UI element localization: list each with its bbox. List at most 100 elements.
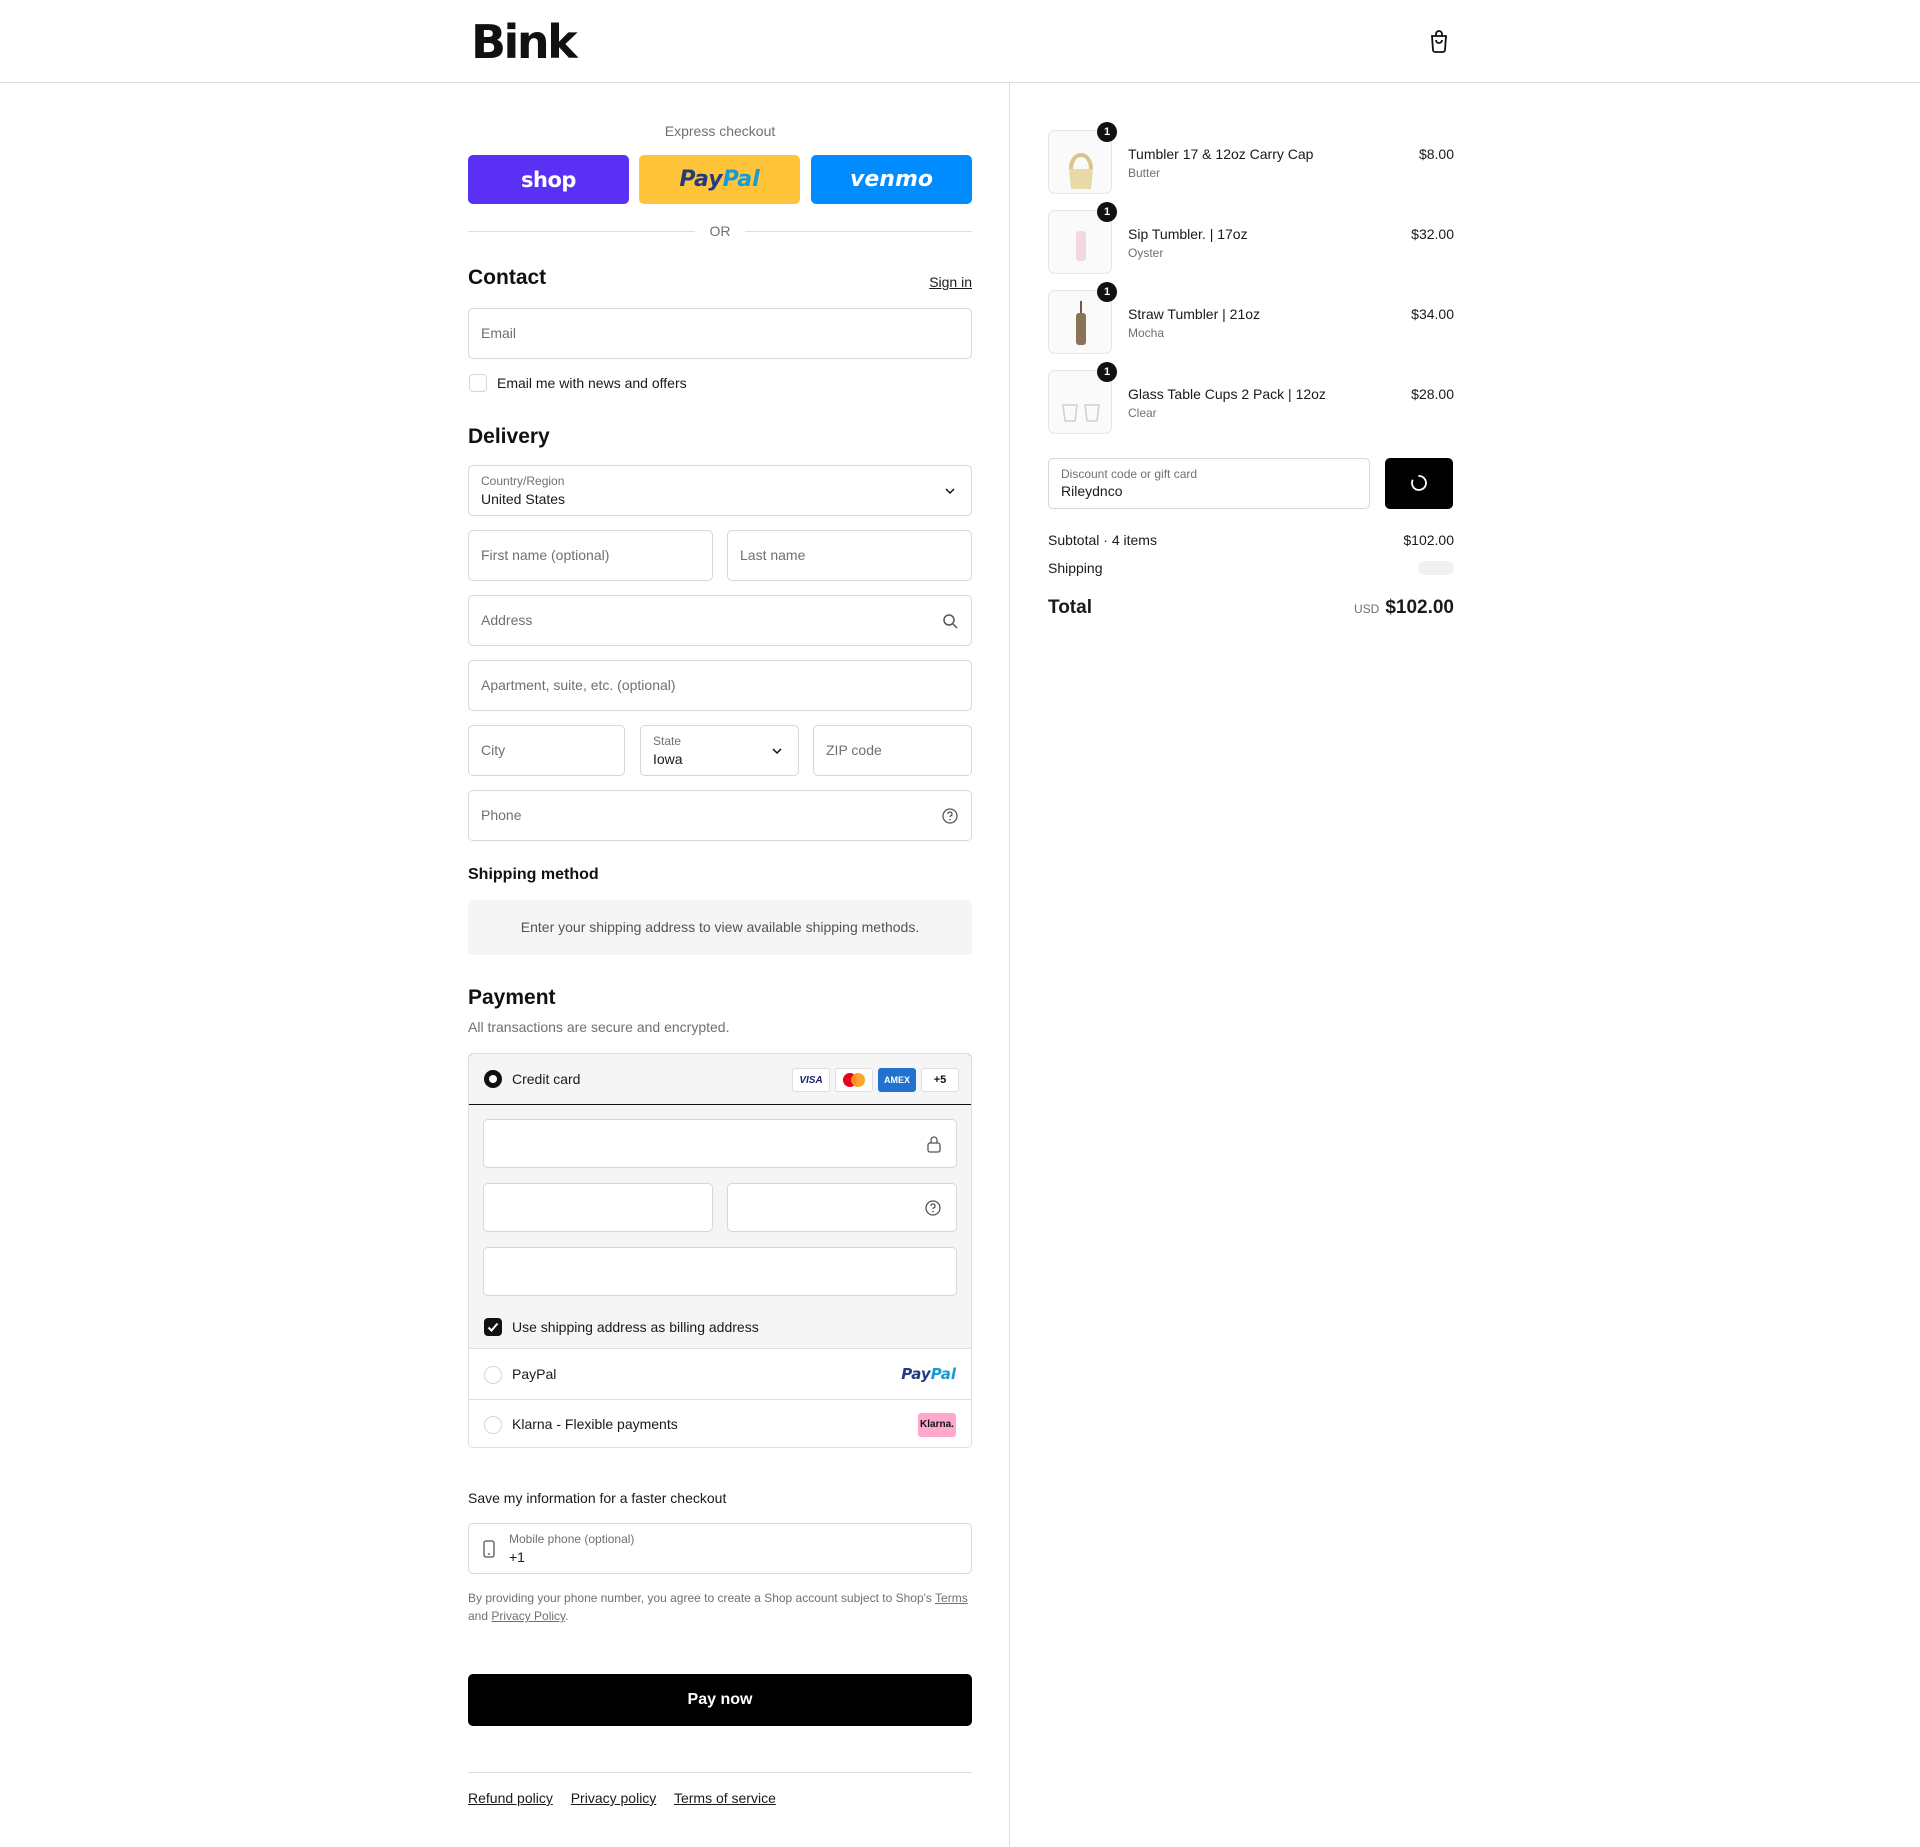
shipping-label: Shipping <box>1048 560 1103 576</box>
or-divider: OR <box>468 222 972 240</box>
express-checkout-title: Express checkout <box>664 123 776 139</box>
payment-subtitle: All transactions are secure and encrypte… <box>468 1019 730 1035</box>
visa-logo-text: VISA <box>799 1074 823 1086</box>
apartment-field[interactable]: Apartment, suite, etc. (optional) <box>468 660 972 711</box>
credit-card-form: Use shipping address as billing address <box>469 1105 971 1349</box>
name-on-card-input[interactable] <box>483 1247 957 1296</box>
search-icon <box>943 614 958 629</box>
loading-spinner-icon <box>1411 475 1427 491</box>
klarna-option[interactable]: Klarna - Flexible payments Klarna. <box>469 1400 971 1447</box>
item-name: Glass Table Cups 2 Pack | 12oz <box>1128 386 1326 402</box>
help-circle-icon[interactable] <box>924 1199 942 1217</box>
mobile-phone-field[interactable]: Mobile phone (optional) +1 <box>468 1523 972 1574</box>
item-name: Sip Tumbler. | 17oz <box>1128 226 1248 242</box>
expiration-date-input[interactable] <box>483 1183 713 1232</box>
paypal-express-button[interactable]: Pay Pal <box>639 155 800 204</box>
apartment-placeholder: Apartment, suite, etc. (optional) <box>481 677 676 693</box>
state-select[interactable]: State Iowa <box>640 725 799 776</box>
card-number-input[interactable] <box>483 1119 957 1168</box>
contact-heading: Contact <box>468 266 547 289</box>
chevron-down-icon <box>945 488 955 495</box>
last-name-placeholder: Last name <box>740 547 806 563</box>
divider-line-right <box>745 231 972 232</box>
quantity-badge: 1 <box>1097 362 1117 382</box>
cart-item: 1 Sip Tumbler. | 17oz Oyster $32.00 <box>1048 202 1454 276</box>
cart-item: 1 Tumbler 17 & 12oz Carry Cap Butter $8.… <box>1048 122 1454 196</box>
city-placeholder: City <box>481 742 506 758</box>
first-name-field[interactable]: First name (optional) <box>468 530 713 581</box>
mobile-phone-label: Mobile phone (optional) <box>509 1532 635 1546</box>
paypal-radio[interactable] <box>484 1366 502 1384</box>
shopping-bag-icon[interactable] <box>1428 29 1450 53</box>
newsletter-label: Email me with news and offers <box>497 375 687 391</box>
item-price: $32.00 <box>1411 226 1454 242</box>
header: Bink <box>0 0 1920 83</box>
amex-icon: AMEX <box>878 1068 916 1092</box>
save-info-heading: Save my information for a faster checkou… <box>468 1490 727 1506</box>
credit-card-radio[interactable] <box>484 1070 502 1088</box>
shop-pay-button[interactable]: shop <box>468 155 629 204</box>
phone-placeholder: Phone <box>481 807 522 823</box>
newsletter-checkbox[interactable] <box>469 374 487 392</box>
billing-address-label: Use shipping address as billing address <box>512 1319 759 1335</box>
mastercard-logo <box>843 1073 865 1087</box>
paypal-logo-part1: Pay <box>901 1365 931 1383</box>
total-value: $102.00 <box>1385 597 1454 618</box>
amex-logo-text: AMEX <box>883 1075 910 1085</box>
shipping-value-placeholder <box>1418 561 1454 575</box>
disclaimer-and: and <box>468 1609 489 1623</box>
footer-links: Refund policy Privacy policy Terms of se… <box>468 1790 790 1806</box>
quantity-badge: 1 <box>1097 282 1117 302</box>
paypal-label-part2: Pal <box>722 167 760 192</box>
help-circle-icon[interactable] <box>941 807 959 825</box>
store-logo[interactable]: Bink <box>471 16 578 68</box>
payment-methods: Credit card VISA AMEX +5 Use shipping ad… <box>468 1053 972 1448</box>
sign-in-link[interactable]: Sign in <box>929 274 972 290</box>
disclaimer-text: By providing your phone number, you agre… <box>468 1591 932 1605</box>
refund-policy-link[interactable]: Refund policy <box>468 1790 553 1806</box>
quantity-badge: 1 <box>1097 202 1117 222</box>
terms-of-service-link[interactable]: Terms of service <box>674 1790 776 1806</box>
address-field[interactable]: Address <box>468 595 972 646</box>
total-row: Total USD $102.00 <box>1048 597 1454 623</box>
disclaimer-end: . <box>565 1609 569 1623</box>
state-value: Iowa <box>653 751 683 767</box>
shop-pay-label: shop <box>521 167 576 192</box>
shipping-method-heading: Shipping method <box>468 866 599 883</box>
item-name: Straw Tumbler | 21oz <box>1128 306 1261 322</box>
country-value: United States <box>481 491 566 507</box>
paypal-option-label: PayPal <box>512 1366 557 1382</box>
email-field[interactable]: Email <box>468 308 972 359</box>
billing-address-checkbox[interactable] <box>484 1318 502 1336</box>
shipping-method-notice: Enter your shipping address to view avai… <box>468 900 972 955</box>
paypal-option[interactable]: PayPal PayPal <box>469 1350 971 1400</box>
pay-now-button[interactable]: Pay now <box>468 1674 972 1726</box>
paypal-logo-part2: Pal <box>930 1365 956 1383</box>
credit-card-option[interactable]: Credit card VISA AMEX +5 <box>469 1054 971 1105</box>
delivery-heading: Delivery <box>468 425 550 448</box>
shop-terms-link[interactable]: Terms <box>935 1591 968 1605</box>
security-code-input[interactable] <box>727 1183 957 1232</box>
country-select[interactable]: Country/Region United States <box>468 465 972 516</box>
country-label: Country/Region <box>481 474 565 488</box>
city-field[interactable]: City <box>468 725 625 776</box>
last-name-field[interactable]: Last name <box>727 530 972 581</box>
item-variant: Butter <box>1128 166 1161 180</box>
discount-label: Discount code or gift card <box>1061 467 1198 481</box>
chevron-down-icon <box>772 748 782 755</box>
klarna-radio[interactable] <box>484 1416 502 1434</box>
privacy-policy-link[interactable]: Privacy policy <box>571 1790 657 1806</box>
discount-code-field[interactable]: Discount code or gift card Rileydnco <box>1048 458 1370 509</box>
apply-discount-button[interactable] <box>1385 458 1453 509</box>
zip-field[interactable]: ZIP code <box>813 725 972 776</box>
venmo-button[interactable]: venmo <box>811 155 972 204</box>
cart-item: 1 Straw Tumbler | 21oz Mocha $34.00 <box>1048 282 1454 356</box>
zip-placeholder: ZIP code <box>826 742 882 758</box>
phone-field[interactable]: Phone <box>468 790 972 841</box>
address-placeholder: Address <box>481 612 533 628</box>
paypal-label-part1: Pay <box>679 167 723 192</box>
payment-heading: Payment <box>468 986 556 1009</box>
first-name-placeholder: First name (optional) <box>481 547 610 563</box>
shop-privacy-link[interactable]: Privacy Policy <box>491 1609 565 1623</box>
state-label: State <box>653 734 682 748</box>
